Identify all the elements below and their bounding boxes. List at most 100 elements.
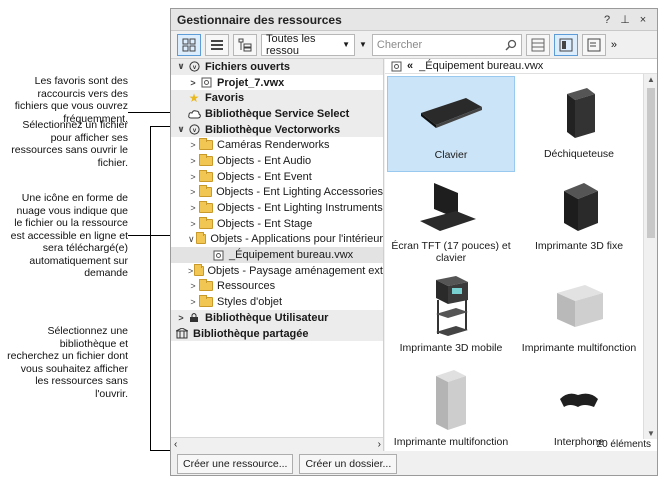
lock-icon — [187, 312, 201, 323]
keyboard-icon — [388, 77, 514, 149]
folder-icon — [199, 216, 213, 229]
scroll-left-icon[interactable]: ‹ — [174, 439, 177, 450]
tree-section-favorites[interactable]: ★ Favoris — [171, 90, 383, 107]
palette-footer: Créer une ressource... Créer un dossier.… — [171, 452, 657, 476]
intercom-icon — [515, 366, 643, 436]
library-tree: ∨ v Fichiers ouverts > Projet_7.vwx ★ Fa… — [171, 59, 384, 451]
pin-icon[interactable]: ⊥ — [617, 13, 633, 26]
tree-folder-ent-audio[interactable]: > Objects - Ent Audio — [171, 153, 383, 169]
callout-cloud: Une icône en forme de nuage vous indique… — [6, 192, 128, 280]
resource-label: Écran TFT (17 pouces) et clavier — [391, 240, 511, 264]
tree-folder-styles[interactable]: > Styles d'objet — [171, 294, 383, 310]
star-icon: ★ — [188, 91, 200, 106]
folder-icon — [199, 295, 213, 308]
expand-chevron-icon[interactable]: > — [175, 313, 187, 323]
resource-item-monitor[interactable]: Écran TFT (17 pouces) et clavier — [387, 174, 515, 270]
shredder-icon — [515, 76, 643, 148]
new-resource-button[interactable]: Créer une ressource... — [177, 454, 294, 474]
tree-label: Ressources — [217, 280, 276, 293]
tree-folder-paysage[interactable]: > Objets - Paysage aménagement ext — [171, 263, 383, 279]
tree-section-user-library[interactable]: > Bibliothèque Utilisateur — [171, 310, 383, 326]
tree-folder-ressources[interactable]: > Ressources — [171, 279, 383, 295]
scroll-thumb[interactable] — [647, 88, 655, 238]
resource-manager-palette: Gestionnaire des ressources ? ⊥ × Toutes… — [170, 8, 658, 476]
show-preview-button[interactable] — [553, 33, 578, 56]
details-icon — [587, 38, 601, 51]
view-thumbnails-button[interactable] — [177, 33, 201, 56]
expand-chevron-icon[interactable]: > — [187, 156, 199, 166]
expand-chevron-icon[interactable]: > — [187, 281, 199, 291]
tree-item-projet-7[interactable]: > Projet_7.vwx — [171, 75, 383, 91]
tree-file-equipement-bureau[interactable]: _Équipement bureau.vwx — [171, 247, 383, 263]
tree-section-open-files[interactable]: ∨ v Fichiers ouverts — [171, 59, 383, 75]
resource-item-shredder[interactable]: Déchiqueteuse — [515, 76, 643, 172]
tree-section-vectorworks-library[interactable]: ∨ v Bibliothèque Vectorworks — [171, 121, 383, 138]
resource-item-3d-printer[interactable]: Imprimante 3D fixe — [515, 174, 643, 270]
close-icon[interactable]: × — [635, 14, 651, 26]
tree-label: Objects - Ent Lighting Accessories — [216, 186, 383, 199]
3d-printer-mobile-icon — [387, 272, 515, 342]
view-list-button[interactable] — [205, 33, 229, 56]
tree-label: _Équipement bureau.vwx — [229, 249, 354, 262]
view-tree-button[interactable] — [233, 33, 257, 56]
item-count-status: 20 éléments — [596, 439, 651, 450]
callout-cloud-text: Une icône en forme de nuage vous indique… — [10, 192, 128, 279]
tree-section-service-select[interactable]: Bibliothèque Service Select — [171, 106, 383, 122]
expand-chevron-icon[interactable]: > — [187, 172, 199, 182]
vectorworks-logo-icon: v — [187, 124, 201, 135]
help-icon[interactable]: ? — [599, 14, 615, 26]
tree-folder-ent-event[interactable]: > Objects - Ent Event — [171, 169, 383, 185]
resource-type-filter-value: Toutes les ressou — [266, 32, 316, 57]
tree-folder-ent-stage[interactable]: > Objects - Ent Stage — [171, 216, 383, 232]
chevron-down-icon: ▼ — [342, 40, 350, 49]
expand-chevron-icon[interactable]: > — [187, 219, 199, 229]
expand-chevron-icon[interactable]: > — [187, 203, 199, 213]
tree-folder-cameras[interactable]: > Caméras Renderworks — [171, 137, 383, 153]
resource-item-3d-printer-mobile[interactable]: Imprimante 3D mobile — [387, 272, 515, 364]
scroll-down-icon[interactable]: ▼ — [644, 429, 658, 438]
new-folder-button[interactable]: Créer un dossier... — [299, 454, 398, 474]
resource-item-mfp[interactable]: Imprimante multifonction — [515, 272, 643, 364]
tree-folder-ent-lighting-acc[interactable]: > Objects - Ent Lighting Accessories — [171, 185, 383, 201]
tree-label: Bibliothèque Vectorworks — [205, 123, 341, 136]
tree-folder-ent-lighting-inst[interactable]: > Objects - Ent Lighting Instruments — [171, 200, 383, 216]
more-options-icon[interactable]: » — [611, 39, 617, 51]
building-icon — [175, 328, 189, 339]
tree-label: Objects - Ent Lighting Instruments — [217, 202, 383, 215]
tree-icon — [238, 38, 252, 51]
grid-icon — [182, 38, 196, 51]
list-icon — [211, 39, 223, 50]
folder-icon — [198, 185, 213, 198]
tree-label: Bibliothèque Utilisateur — [205, 311, 329, 324]
expand-chevron-icon[interactable]: > — [187, 297, 199, 307]
resource-grid: Clavier Déchiqueteuse Écran TFT (17 pouc… — [385, 74, 643, 448]
tree-label: Objets - Paysage aménagement ext — [207, 264, 383, 277]
3d-printer-icon — [515, 174, 643, 240]
resource-browser: « _Équipement bureau.vwx Clavier Déchiqu… — [385, 59, 657, 451]
folder-icon — [199, 169, 213, 182]
expand-chevron-icon[interactable]: > — [187, 78, 199, 88]
callout-select-file: Sélectionnez un fichier pour afficher se… — [6, 119, 128, 169]
tree-section-shared-library[interactable]: Bibliothèque partagée — [171, 325, 383, 342]
tree-horizontal-scrollbar[interactable]: ‹ › — [171, 437, 383, 451]
expand-chevron-icon[interactable]: > — [187, 266, 194, 276]
expand-chevron-icon[interactable]: > — [187, 187, 199, 197]
expand-chevron-icon[interactable]: ∨ — [175, 124, 187, 135]
resource-type-filter[interactable]: Toutes les ressou ▼ — [261, 32, 355, 57]
expand-chevron-icon[interactable]: > — [187, 140, 199, 150]
breadcrumb-back[interactable]: « — [407, 60, 413, 72]
expand-chevron-icon[interactable]: ∨ — [175, 61, 187, 72]
scroll-up-icon[interactable]: ▲ — [644, 75, 658, 84]
resource-item-keyboard[interactable]: Clavier — [387, 76, 515, 172]
tree-folder-interior[interactable]: ∨ Objets - Applications pour l'intérieur — [171, 232, 383, 248]
collapse-chevron-icon[interactable]: ∨ — [187, 234, 196, 245]
folder-icon — [195, 232, 207, 245]
scroll-right-icon[interactable]: › — [378, 439, 381, 450]
palette-titlebar: Gestionnaire des ressources ? ⊥ × — [171, 9, 657, 31]
show-details-button[interactable] — [581, 33, 606, 56]
grid-vertical-scrollbar[interactable]: ▲ ▼ — [643, 74, 657, 439]
search-input[interactable]: Chercher — [371, 33, 522, 56]
toggle-panel-button[interactable] — [525, 33, 550, 56]
search-options-chevron-icon[interactable]: ▼ — [359, 40, 367, 49]
tree-label: Projet_7.vwx — [217, 76, 285, 89]
